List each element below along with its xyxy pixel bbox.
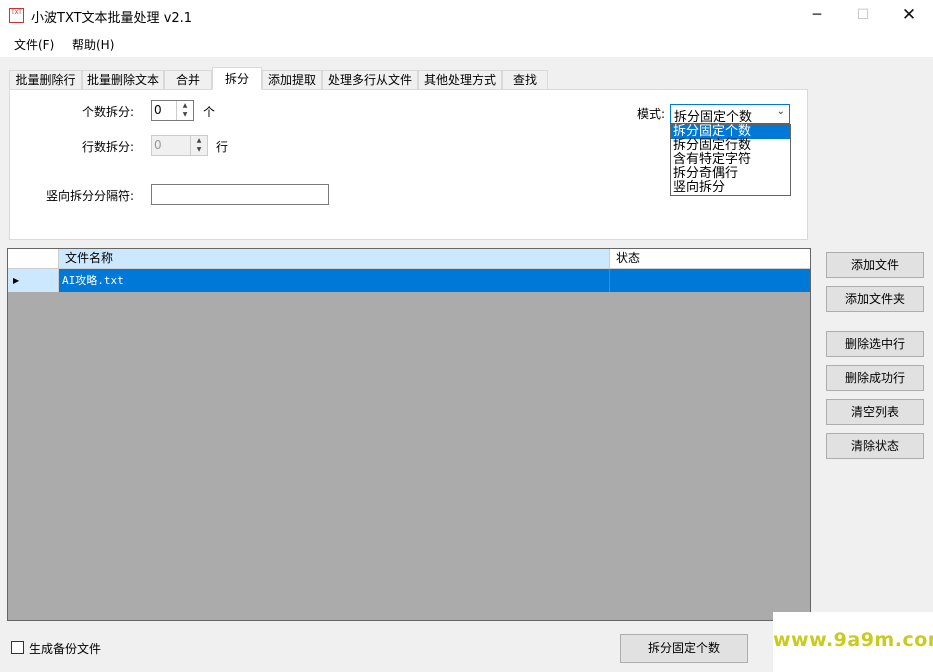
close-icon[interactable]: ✕	[886, 0, 932, 31]
column-header-filename[interactable]: 文件名称	[59, 249, 610, 269]
backup-checkbox[interactable]	[11, 641, 24, 654]
tab-batch-delete-lines[interactable]: 批量删除行	[9, 70, 82, 89]
stepper-up-icon: ▲	[196, 137, 202, 144]
maximize-icon: ☐	[856, 7, 870, 23]
tab-other-methods[interactable]: 其他处理方式	[418, 70, 502, 89]
clear-status-button[interactable]: 清除状态	[826, 433, 924, 459]
count-split-value: 0	[154, 103, 162, 117]
line-split-stepper: 0 ▲ ▼	[151, 135, 208, 156]
mode-label: 模式:	[637, 107, 666, 121]
tab-add-extract[interactable]: 添加提取	[262, 70, 322, 89]
menu-help[interactable]: 帮助(H)	[72, 36, 114, 53]
chevron-down-icon: ⌄	[776, 106, 785, 117]
menu-bar	[0, 31, 933, 58]
table-row-status[interactable]	[610, 269, 810, 292]
run-split-button[interactable]: 拆分固定个数	[620, 634, 748, 663]
stepper-up-icon[interactable]: ▲	[177, 101, 193, 110]
row-selected-arrow-icon[interactable]: ▶	[8, 269, 59, 292]
file-grid[interactable]: 文件名称 状态 ▶ AI攻略.txt	[7, 248, 811, 621]
add-folder-button[interactable]: 添加文件夹	[826, 286, 924, 312]
vertical-separator-label: 竖向拆分分隔符:	[46, 189, 135, 203]
tab-find[interactable]: 查找	[502, 70, 548, 89]
minimize-icon[interactable]: ─	[794, 0, 840, 31]
mode-dropdown-list: 拆分固定个数 拆分固定行数 含有特定字符 拆分奇偶行 竖向拆分	[670, 124, 791, 196]
app-icon: TXT	[9, 8, 24, 23]
count-split-unit: 个	[203, 105, 216, 119]
tab-multiline-from-file[interactable]: 处理多行从文件	[322, 70, 418, 89]
tab-merge[interactable]: 合并	[164, 70, 212, 89]
stepper-down-icon[interactable]: ▼	[177, 110, 193, 119]
line-split-unit: 行	[216, 140, 229, 154]
backup-label: 生成备份文件	[29, 642, 102, 656]
mode-select-value: 拆分固定个数	[674, 110, 753, 125]
mode-option-fixed-count[interactable]: 拆分固定个数	[671, 125, 790, 139]
vertical-separator-input[interactable]	[151, 184, 329, 205]
menu-file[interactable]: 文件(F)	[14, 36, 54, 53]
table-row-filename[interactable]: AI攻略.txt	[59, 269, 610, 292]
delete-success-button[interactable]: 删除成功行	[826, 365, 924, 391]
mode-option-odd-even[interactable]: 拆分奇偶行	[671, 167, 790, 181]
mode-select[interactable]: 拆分固定个数 ⌄	[670, 104, 790, 125]
tab-split[interactable]: 拆分	[212, 67, 262, 90]
mode-option-fixed-lines[interactable]: 拆分固定行数	[671, 139, 790, 153]
count-split-stepper[interactable]: 0 ▲ ▼	[151, 100, 194, 121]
watermark: www.9a9m.com	[773, 612, 933, 672]
stepper-down-icon: ▼	[196, 146, 202, 153]
window-title: 小波TXT文本批量处理 v2.1	[31, 11, 193, 26]
grid-corner-header	[8, 249, 59, 269]
add-file-button[interactable]: 添加文件	[826, 252, 924, 278]
tab-batch-delete-text[interactable]: 批量删除文本	[82, 70, 164, 89]
column-header-status[interactable]: 状态	[610, 249, 810, 269]
mode-option-contains-char[interactable]: 含有特定字符	[671, 153, 790, 167]
line-split-value: 0	[154, 138, 162, 152]
watermark-text: www.9a9m.com	[773, 629, 933, 651]
count-split-label: 个数拆分:	[82, 105, 135, 119]
mode-option-vertical[interactable]: 竖向拆分	[671, 181, 790, 195]
line-split-label: 行数拆分:	[82, 140, 135, 154]
delete-selected-button[interactable]: 删除选中行	[826, 331, 924, 357]
clear-list-button[interactable]: 清空列表	[826, 399, 924, 425]
